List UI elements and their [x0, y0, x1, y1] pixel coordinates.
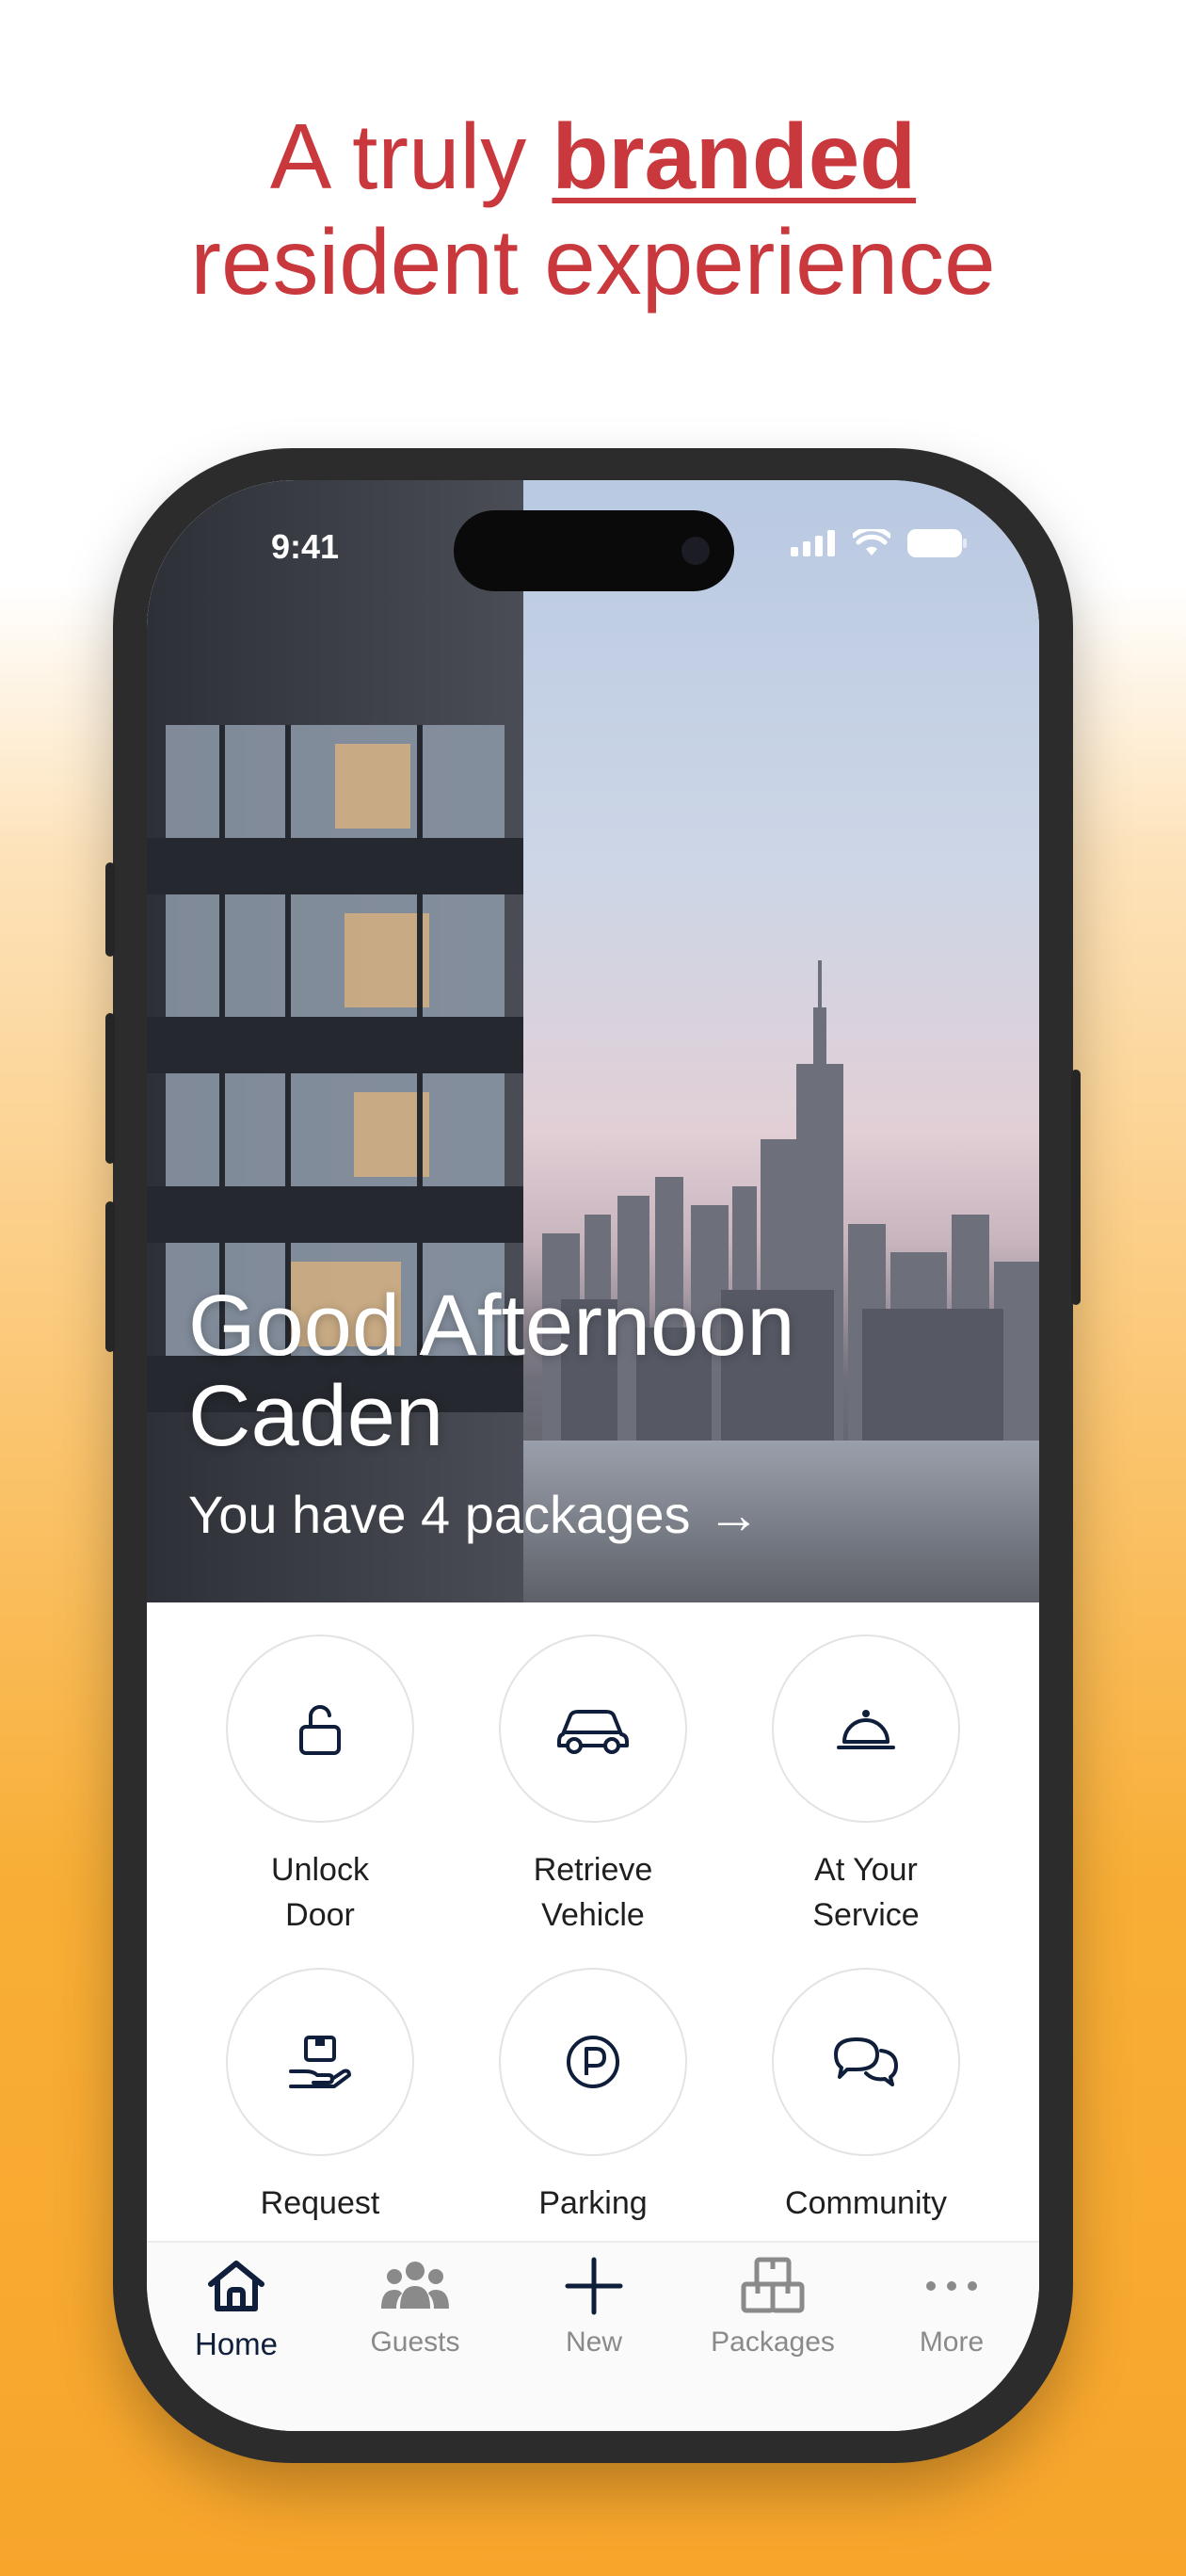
action-community[interactable]: Community: [715, 1968, 1017, 2226]
volume-up-button: [105, 1013, 115, 1164]
action-icon-circle: [772, 1634, 960, 1823]
package-hand-icon: [289, 2036, 351, 2088]
marketing-headline: A truly branded resident experience: [0, 104, 1186, 314]
action-label: Community: [715, 2181, 1017, 2226]
action-label: Parking: [442, 2181, 744, 2226]
action-label-line1: Retrieve: [533, 1852, 653, 1888]
headline-line2: resident experience: [190, 210, 996, 314]
arrow-right-icon: →: [707, 1485, 761, 1544]
tab-packages[interactable]: Packages: [683, 2256, 862, 2359]
action-at-your-service[interactable]: At Your Service: [715, 1634, 1017, 1938]
action-icon-circle: [772, 1968, 960, 2156]
action-label-line1: Unlock: [271, 1852, 369, 1888]
tab-label: Home: [194, 2326, 279, 2361]
action-parking[interactable]: Parking: [442, 1968, 744, 2226]
action-icon-circle: [499, 1634, 687, 1823]
action-request[interactable]: Request: [169, 1968, 471, 2226]
tab-bar: Home Guests New Packages More: [147, 2241, 1039, 2431]
headline-prefix: A truly: [269, 105, 553, 208]
action-button: [105, 862, 115, 957]
tab-more[interactable]: More: [862, 2256, 1039, 2359]
headline-emphasis: branded: [552, 105, 917, 208]
action-icon-circle: [499, 1968, 687, 2156]
action-label-line1: Parking: [538, 2185, 648, 2221]
tab-label: New: [565, 2326, 622, 2358]
action-icon-circle: [226, 1968, 414, 2156]
greeting-name: Caden: [188, 1368, 444, 1464]
app-screen: 9:41 Good Afternoon Caden You have 4 pac…: [147, 480, 1039, 2431]
home-icon: [208, 2261, 264, 2311]
more-icon: [926, 2281, 977, 2291]
packages-icon: [741, 2257, 805, 2313]
action-label-line2: Service: [812, 1897, 920, 1933]
guests-icon: [381, 2262, 449, 2309]
action-icon-circle: [226, 1634, 414, 1823]
unlock-icon: [299, 1705, 341, 1755]
action-label: At Your Service: [715, 1847, 1017, 1938]
parking-icon: [567, 2036, 619, 2088]
tab-home[interactable]: Home: [147, 2256, 326, 2362]
status-icons: [791, 529, 968, 557]
service-bell-icon: [837, 1710, 895, 1749]
greeting-salutation: Good Afternoon: [188, 1278, 795, 1374]
tab-label: Guests: [370, 2326, 460, 2358]
action-retrieve-vehicle[interactable]: Retrieve Vehicle: [442, 1634, 744, 1938]
action-label-line1: Community: [785, 2185, 947, 2221]
power-button: [1071, 1070, 1081, 1305]
dynamic-island: [454, 510, 734, 591]
cellular-signal-icon: [791, 530, 835, 556]
chat-bubbles-icon: [834, 2037, 898, 2086]
action-label: Unlock Door: [169, 1847, 471, 1938]
action-label-line2: Door: [285, 1897, 355, 1933]
tab-guests[interactable]: Guests: [326, 2256, 505, 2359]
greeting: Good Afternoon Caden: [188, 1280, 795, 1461]
car-icon: [557, 1710, 629, 1754]
front-camera: [681, 537, 710, 565]
tab-new[interactable]: New: [505, 2256, 683, 2359]
hero-banner: 9:41 Good Afternoon Caden You have 4 pac…: [147, 480, 1039, 1602]
plus-icon: [565, 2257, 623, 2315]
tab-label: Packages: [711, 2326, 835, 2358]
action-label: Retrieve Vehicle: [442, 1847, 744, 1938]
tab-label: More: [919, 2326, 985, 2358]
volume-down-button: [105, 1201, 115, 1352]
wifi-icon: [853, 529, 890, 555]
phone-frame: 9:41 Good Afternoon Caden You have 4 pac…: [105, 448, 1081, 2463]
action-unlock-door[interactable]: Unlock Door: [169, 1634, 471, 1938]
packages-link[interactable]: You have 4 packages →: [188, 1484, 760, 1545]
action-label-line1: At Your: [814, 1852, 918, 1888]
packages-link-text: You have 4 packages: [188, 1485, 691, 1544]
action-label-line2: Vehicle: [541, 1897, 645, 1933]
status-time: 9:41: [271, 527, 340, 566]
battery-icon: [907, 529, 967, 557]
action-label: Request: [169, 2181, 471, 2226]
action-label-line1: Request: [260, 2185, 380, 2221]
